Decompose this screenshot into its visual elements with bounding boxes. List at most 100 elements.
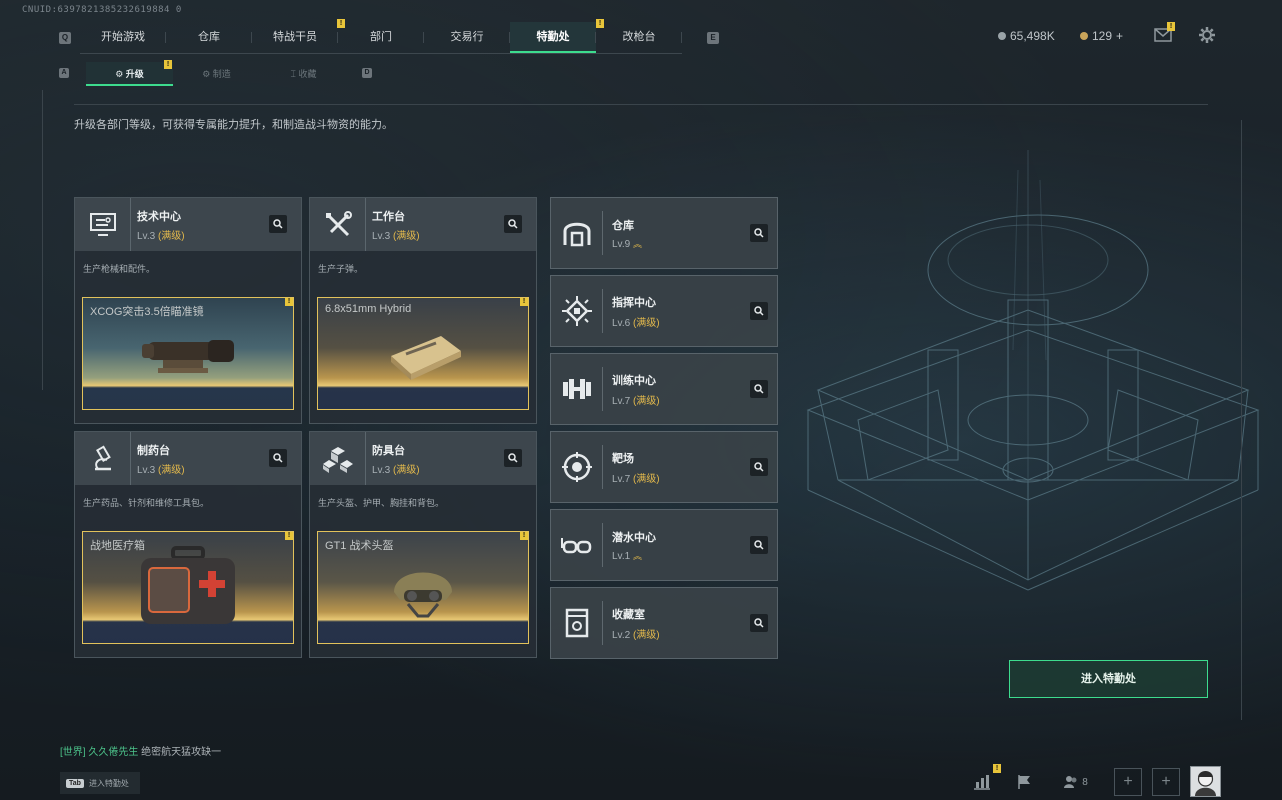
facility-name: 训练中心 xyxy=(612,374,656,387)
product-name: 6.8x51mm Hybrid xyxy=(325,303,412,315)
product-alert-badge: ! xyxy=(285,298,293,306)
product-slot[interactable]: XCOG突击3.5倍瞄准镜 ! xyxy=(82,297,294,410)
gear-icon[interactable] xyxy=(1198,26,1216,49)
base-hologram xyxy=(806,150,1260,591)
max-level-label: (满级) xyxy=(632,395,660,407)
workbench-description: 生产头盔、护甲、胸挂和背包。 xyxy=(318,498,445,508)
operators-alert-badge: ! xyxy=(337,19,345,28)
facility-name: 仓库 xyxy=(612,219,634,232)
subtab-upgrade-label: 升级 xyxy=(125,69,144,79)
friends-count: 8 xyxy=(1082,776,1088,788)
stats-icon[interactable] xyxy=(970,769,994,795)
facility-card-command-center[interactable]: 指挥中心 Lv.6 (满级) xyxy=(550,275,778,347)
product-slot[interactable]: 战地医疗箱 ! xyxy=(82,531,294,644)
search-icon[interactable] xyxy=(750,536,768,554)
friends-button[interactable]: 8 xyxy=(1060,769,1092,795)
avatar[interactable] xyxy=(1190,766,1221,797)
add-token-icon[interactable]: + xyxy=(1116,29,1123,43)
workbench-card-armor[interactable]: 防具台 Lv.3 (满级) 生产头盔、护甲、胸挂和背包。 GT1 战术头盔 ! xyxy=(309,431,537,658)
monitor-icon xyxy=(75,198,131,251)
facility-card-training-center[interactable]: 训练中心 Lv.7 (满级) xyxy=(550,353,778,425)
cash-amount: 65,498K xyxy=(1010,29,1055,43)
world-chat[interactable]: [世界] 久久倦先生 绝密航天猛攻缺一 xyxy=(60,743,221,758)
top-nav: 开始游戏 仓库 特战干员 部门 交易行 特勤处 改枪台 xyxy=(80,22,682,54)
facility-level: Lv.7 xyxy=(612,395,631,407)
max-level-label: (满级) xyxy=(632,629,660,641)
helmet-icon xyxy=(394,572,452,618)
workbench-name: 制药台 xyxy=(137,444,170,457)
chat-message: 绝密航天猛攻缺一 xyxy=(141,747,222,758)
search-icon[interactable] xyxy=(750,380,768,398)
facility-card-shooting-range[interactable]: 靶场 Lv.7 (满级) xyxy=(550,431,778,503)
dumbbell-icon xyxy=(551,367,603,411)
tab-special-ops[interactable]: 特勤处 xyxy=(510,22,596,53)
workbench-card-pharmacy[interactable]: 制药台 Lv.3 (满级) 生产药品、针剂和维修工具包。 战地医疗箱 ! xyxy=(74,431,302,658)
chat-user[interactable]: 久久倦先生 xyxy=(88,747,138,758)
tab-hint-label: 进入特勤处 xyxy=(88,778,129,788)
boxes-icon xyxy=(310,432,366,485)
product-name: XCOG突击3.5倍瞄准镜 xyxy=(90,306,204,318)
tab-warehouse[interactable]: 仓库 xyxy=(166,22,252,53)
token-amount: 129 xyxy=(1092,29,1113,43)
facility-level: Lv.7 xyxy=(612,473,631,485)
facility-level: Lv.6 xyxy=(612,317,631,329)
search-icon[interactable] xyxy=(269,449,287,467)
facility-level: Lv.2 xyxy=(612,629,631,641)
subnav-prev-key-icon[interactable]: A xyxy=(59,68,69,78)
search-icon[interactable] xyxy=(750,224,768,242)
flag-icon[interactable] xyxy=(1012,769,1036,795)
add-teammate-slot-1[interactable]: + xyxy=(1114,768,1142,796)
workbench-level: Lv.3 xyxy=(372,230,391,242)
max-level-label: (满级) xyxy=(157,464,185,476)
enter-special-ops-button[interactable]: 进入特勤处 xyxy=(1009,660,1208,698)
special-ops-alert-badge: ! xyxy=(596,19,604,28)
stats-alert-badge: ! xyxy=(993,764,1001,773)
facility-card-collection-room[interactable]: 收藏室 Lv.2 (满级) xyxy=(550,587,778,659)
max-level-label: (满级) xyxy=(632,473,660,485)
token-coin-icon xyxy=(1080,32,1088,40)
workbench-name: 防具台 xyxy=(372,444,405,457)
subtab-craft-label: 制造 xyxy=(212,69,231,79)
subtab-collection[interactable]: ⌶ 收藏 xyxy=(260,62,347,86)
workbench-level: Lv.3 xyxy=(137,464,156,476)
subnav-next-key-icon[interactable]: D xyxy=(362,68,372,78)
product-slot[interactable]: 6.8x51mm Hybrid ! xyxy=(317,297,529,410)
product-name: GT1 战术头盔 xyxy=(325,540,394,552)
search-icon[interactable] xyxy=(750,458,768,476)
tab-hint[interactable]: Tab 进入特勤处 xyxy=(60,772,140,794)
max-level-label: (满级) xyxy=(157,230,185,242)
workbench-card-workshop[interactable]: 工作台 Lv.3 (满级) 生产子弹。 6.8x51mm Hybrid ! xyxy=(309,197,537,424)
upgrade-icon: ⚙ xyxy=(115,69,126,79)
token-display[interactable]: 129 + xyxy=(1080,29,1123,43)
nav-prev-key-icon[interactable]: Q xyxy=(59,32,71,44)
facility-card-warehouse[interactable]: 仓库 Lv.9 ︽ xyxy=(550,197,778,269)
tools-icon xyxy=(310,198,366,251)
facility-name: 靶场 xyxy=(612,452,634,465)
max-level-label: (满级) xyxy=(632,317,660,329)
search-icon[interactable] xyxy=(750,302,768,320)
tab-department[interactable]: 部门 xyxy=(338,22,424,53)
subtab-collection-label: 收藏 xyxy=(298,69,317,79)
search-icon[interactable] xyxy=(504,215,522,233)
tab-start-game[interactable]: 开始游戏 xyxy=(80,22,166,53)
search-icon[interactable] xyxy=(269,215,287,233)
max-level-label: (满级) xyxy=(392,464,420,476)
subtab-craft[interactable]: ⚙ 制造 xyxy=(173,62,260,86)
tab-gunsmith[interactable]: 改枪台 xyxy=(596,22,682,53)
workbench-card-tech-center[interactable]: 技术中心 Lv.3 (满级) 生产枪械和配件。 XCOG突击3.5倍瞄准镜 ! xyxy=(74,197,302,424)
craft-icon: ⚙ xyxy=(202,69,213,79)
subtab-upgrade[interactable]: ⚙ 升级 xyxy=(86,62,173,86)
frame-line-left xyxy=(42,90,43,390)
product-alert-badge: ! xyxy=(520,298,528,306)
facility-name: 指挥中心 xyxy=(612,296,656,309)
tab-trade[interactable]: 交易行 xyxy=(424,22,510,53)
nav-next-key-icon[interactable]: E xyxy=(707,32,719,44)
facility-card-diving-center[interactable]: 潜水中心 Lv.1 ︽ xyxy=(550,509,778,581)
search-icon[interactable] xyxy=(504,449,522,467)
cash-coin-icon xyxy=(998,32,1006,40)
product-slot[interactable]: GT1 战术头盔 ! xyxy=(317,531,529,644)
tab-operators[interactable]: 特战干员 xyxy=(252,22,338,53)
product-alert-badge: ! xyxy=(285,532,293,540)
add-teammate-slot-2[interactable]: + xyxy=(1152,768,1180,796)
search-icon[interactable] xyxy=(750,614,768,632)
